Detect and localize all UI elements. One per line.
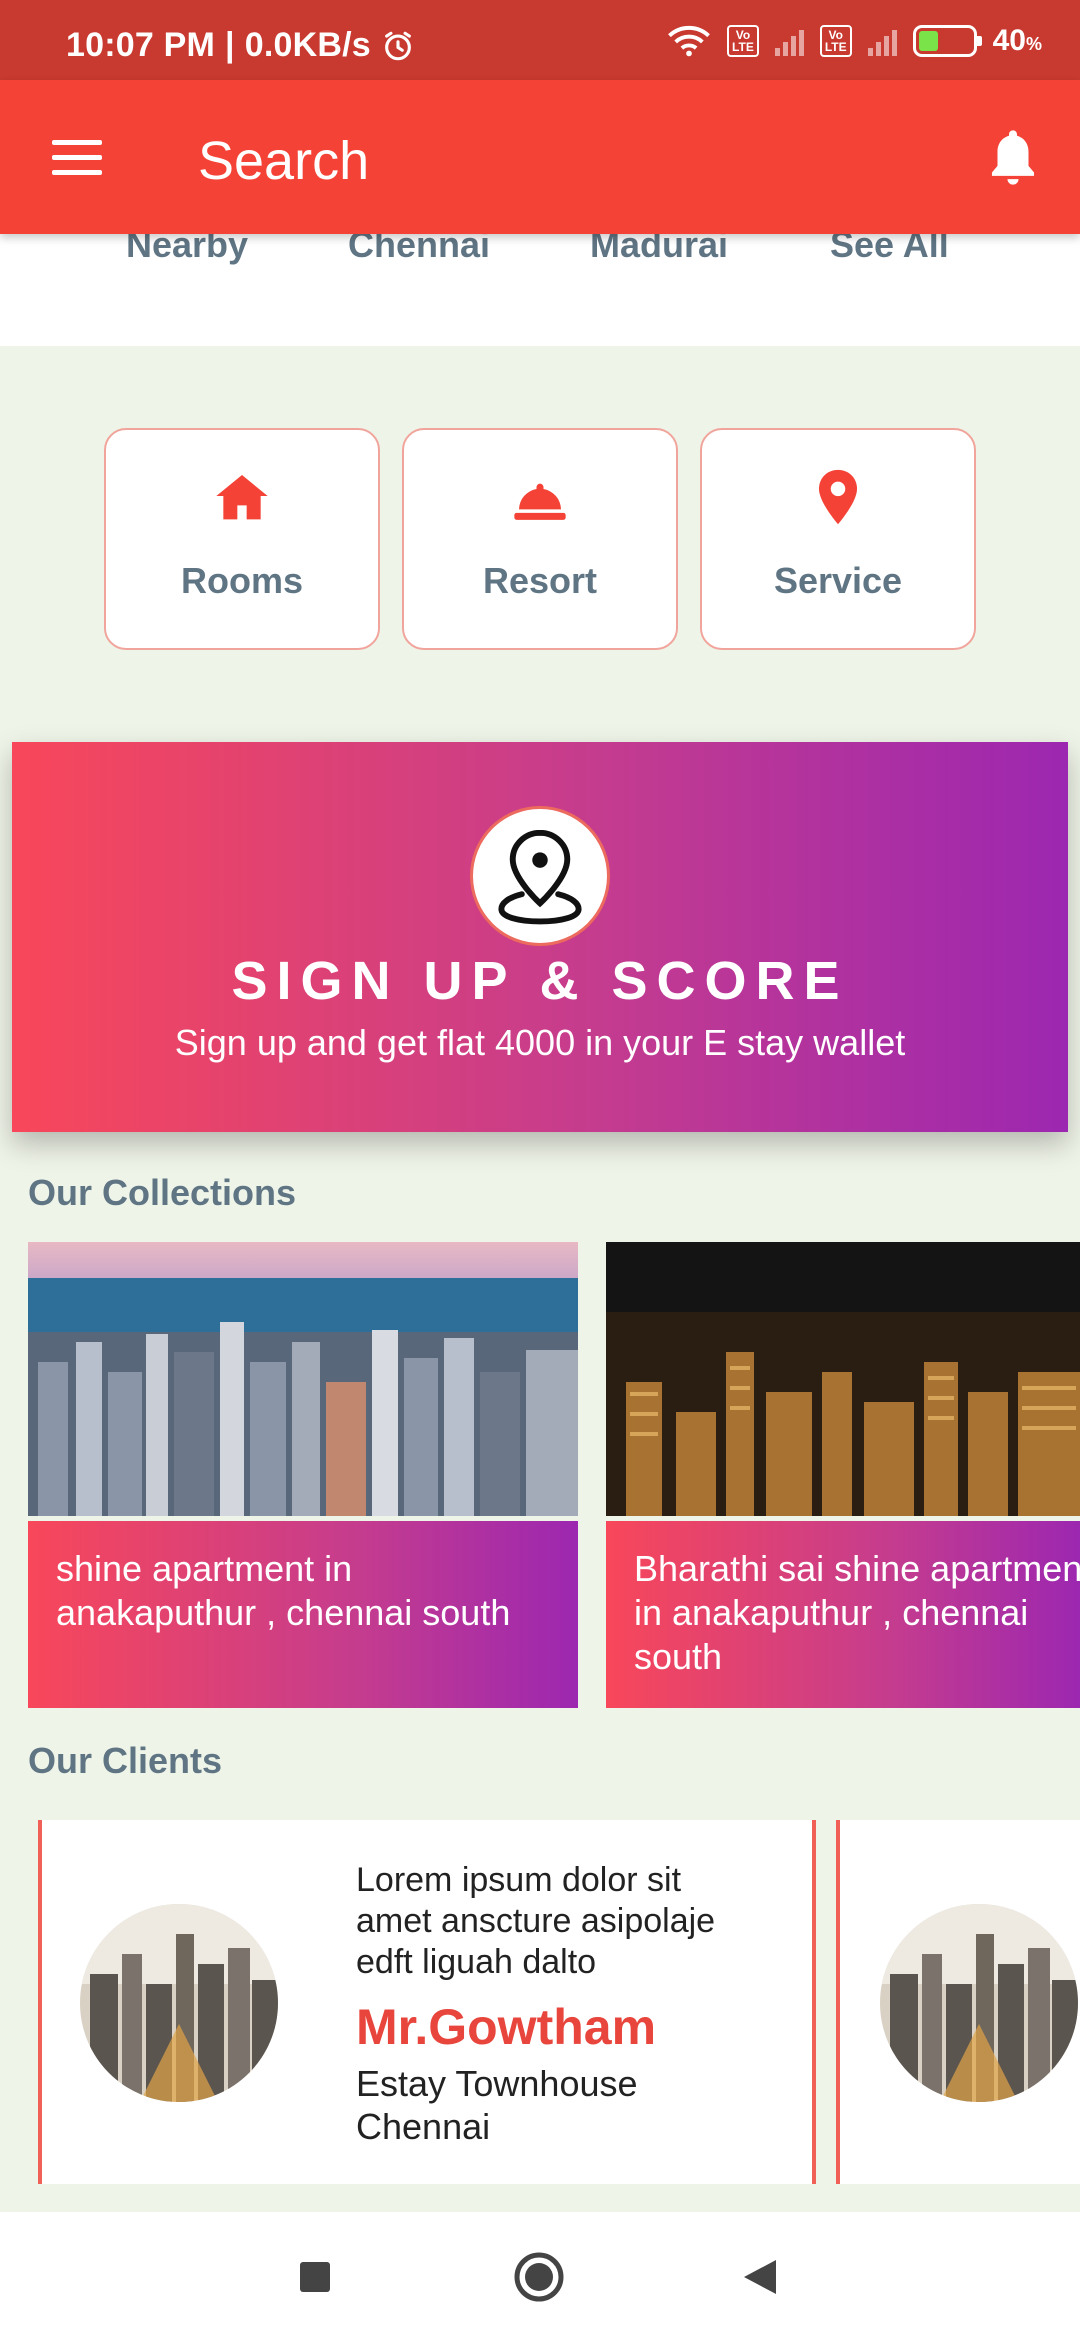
- status-separator: |: [225, 26, 235, 64]
- map-pin-icon: [818, 469, 858, 525]
- category-label: Rooms: [180, 560, 303, 601]
- category-label: Resort: [482, 560, 598, 601]
- location-pin-icon: [470, 806, 610, 946]
- battery-level: 40%: [992, 24, 1042, 57]
- status-time: 10:07 PM: [66, 26, 216, 64]
- status-bar: 10:07 PM | 0.0KB/s Vo LTE Vo LTE 40%: [0, 0, 1080, 80]
- collection-caption: Bharathi sai shine apartment in anakaput…: [606, 1521, 1080, 1708]
- signup-banner[interactable]: SIGN UP & SCORE Sign up and get flat 400…: [12, 742, 1068, 1132]
- category-rooms[interactable]: Rooms: [104, 428, 380, 650]
- city-tabs: Nearby Chennai Madurai See All: [0, 224, 1080, 346]
- status-right: Vo LTE Vo LTE 40%: [667, 24, 1042, 58]
- category-resort[interactable]: Resort: [402, 428, 678, 650]
- collection-caption: shine apartment in anakaputhur , chennai…: [28, 1521, 578, 1708]
- page-title: Search: [198, 131, 370, 191]
- category-label: Service: [773, 560, 903, 601]
- recents-icon[interactable]: [298, 2260, 332, 2294]
- alarm-icon: [384, 31, 411, 60]
- banner-subtitle: Sign up and get flat 4000 in your E stay…: [174, 1022, 906, 1063]
- avatar: [880, 1904, 1078, 2102]
- system-nav-bar: [0, 2212, 1080, 2340]
- volte-badge-icon-2: Vo LTE: [819, 25, 852, 57]
- home-button-icon[interactable]: [512, 2250, 566, 2304]
- battery-unit: %: [1025, 34, 1042, 54]
- city-daytime-image: [28, 1242, 578, 1516]
- client-card[interactable]: Lorem ipsum dolor sit amet anscture asip…: [38, 1820, 816, 2184]
- client-quote: Lorem ipsum dolor sit amet anscture asip…: [356, 1861, 716, 1981]
- bell-icon[interactable]: [986, 126, 1040, 188]
- collection-card[interactable]: Bharathi sai shine apartment in anakaput…: [606, 1242, 1080, 1708]
- clients-title: Our Clients: [28, 1740, 223, 1781]
- back-icon[interactable]: [742, 2258, 778, 2296]
- volte-badge-icon: Vo LTE: [727, 25, 759, 57]
- signal-icon: [774, 26, 804, 56]
- app-bar: Search: [0, 80, 1080, 234]
- city-night-image: [606, 1242, 1080, 1516]
- battery-icon: [912, 25, 982, 57]
- wifi-icon: [668, 25, 710, 57]
- collections-title: Our Collections: [28, 1172, 297, 1213]
- banner-title: SIGN UP & SCORE: [231, 951, 849, 1011]
- client-card-next[interactable]: [836, 1820, 1080, 2184]
- collection-card[interactable]: shine apartment in anakaputhur , chennai…: [28, 1242, 578, 1708]
- category-service[interactable]: Service: [700, 428, 976, 650]
- client-company: Estay Townhouse Chennai: [356, 2063, 638, 2147]
- signal-4g-icon: [867, 26, 897, 56]
- status-left: 10:07 PM | 0.0KB/s: [66, 26, 415, 65]
- client-name: Mr.Gowtham: [356, 1999, 657, 2055]
- status-net-speed: 0.0KB/s: [244, 26, 371, 64]
- menu-icon[interactable]: [52, 140, 102, 176]
- service-bell-icon: [514, 483, 566, 520]
- home-icon: [216, 475, 268, 520]
- avatar: [80, 1904, 278, 2102]
